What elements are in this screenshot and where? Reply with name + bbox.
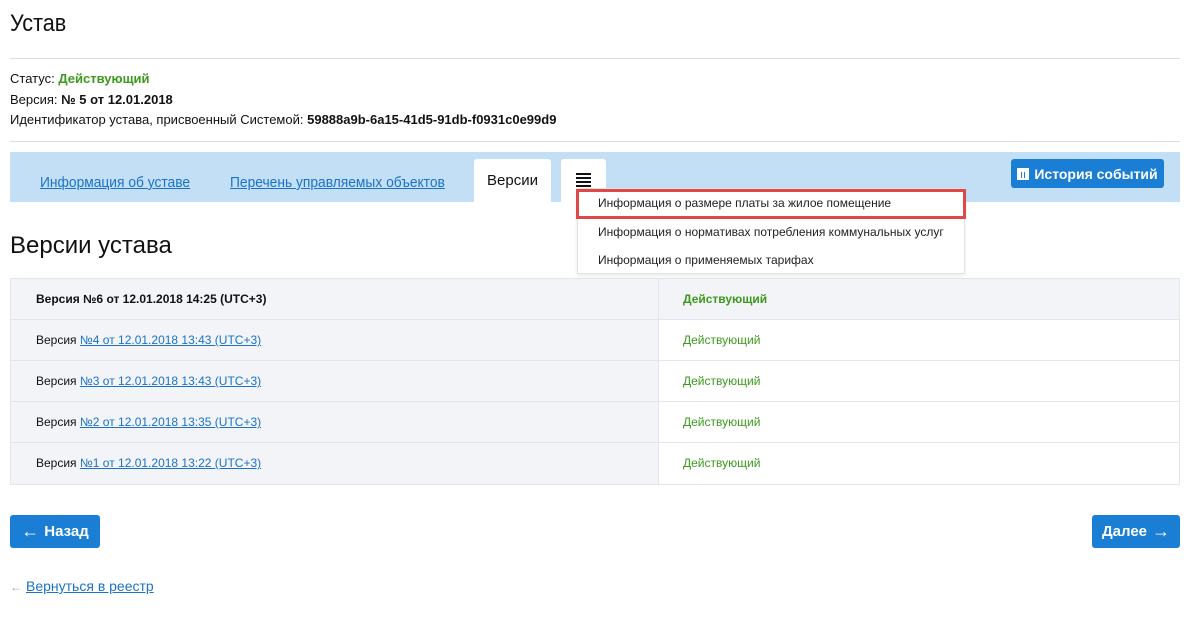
version-prefix: Версия bbox=[36, 415, 77, 429]
table-row: Версия №4 от 12.01.2018 13:43 (UTC+3) Дей… bbox=[11, 320, 1179, 361]
history-button-label: История событий bbox=[1034, 165, 1158, 182]
table-row: Версия №3 от 12.01.2018 13:43 (UTC+3) Дей… bbox=[11, 361, 1179, 402]
table-row: Версия №1 от 12.01.2018 13:22 (UTC+3) Дей… bbox=[11, 443, 1179, 484]
tab-versions[interactable]: Версии bbox=[474, 159, 551, 202]
version-cell: Версия №3 от 12.01.2018 13:43 (UTC+3) bbox=[11, 361, 659, 401]
version-link[interactable]: №3 от 12.01.2018 13:43 (UTC+3) bbox=[80, 374, 261, 388]
arrow-left-icon: ← bbox=[10, 580, 22, 594]
status-value: Действующий bbox=[58, 71, 150, 86]
tab-managed-objects[interactable]: Перечень управляемых объектов bbox=[230, 174, 445, 191]
version-cell: Версия №6 от 12.01.2018 14:25 (UTC+3) bbox=[11, 279, 659, 319]
version-prefix: Версия bbox=[36, 374, 77, 388]
id-label: Идентификатор устава, присвоенный Систем… bbox=[10, 112, 304, 127]
tab-charter-info[interactable]: Информация об уставе bbox=[40, 174, 190, 191]
next-button-label: Далее bbox=[1101, 523, 1148, 540]
versions-table: Версия №6 от 12.01.2018 14:25 (UTC+3) Дей… bbox=[10, 278, 1180, 485]
back-button[interactable]: ← Назад bbox=[10, 515, 100, 548]
table-row: Версия №6 от 12.01.2018 14:25 (UTC+3) Дей… bbox=[11, 279, 1179, 320]
calendar-icon bbox=[1017, 167, 1030, 180]
back-button-label: Назад bbox=[44, 523, 89, 540]
next-button[interactable]: Далее → bbox=[1092, 515, 1180, 548]
version-link[interactable]: №2 от 12.01.2018 13:35 (UTC+3) bbox=[80, 415, 261, 429]
version-cell: Версия №2 от 12.01.2018 13:35 (UTC+3) bbox=[11, 402, 659, 442]
status-cell: Действующий bbox=[683, 333, 761, 347]
id-value: 59888a9b-6a15-41d5-91db-f0931c0e99d9 bbox=[307, 112, 557, 127]
version-link[interactable]: №1 от 12.01.2018 13:22 (UTC+3) bbox=[80, 456, 261, 470]
section-title: Версии устава bbox=[10, 232, 172, 259]
status-cell: Действующий bbox=[683, 415, 761, 429]
menu-item-utility-norms[interactable]: Информация о нормативах потребления комм… bbox=[578, 218, 964, 246]
menu-icon bbox=[576, 173, 591, 189]
version-prefix: Версия bbox=[36, 456, 77, 470]
page-title: Устав bbox=[10, 10, 67, 37]
version-label: Версия: bbox=[10, 92, 58, 107]
id-line: Идентификатор устава, присвоенный Систем… bbox=[10, 110, 556, 130]
return-link[interactable]: Вернуться в реестр bbox=[26, 578, 154, 594]
status-cell: Действующий bbox=[683, 374, 761, 388]
version-cell: Версия №4 от 12.01.2018 13:43 (UTC+3) bbox=[11, 320, 659, 360]
version-prefix: Версия bbox=[36, 333, 77, 347]
version-cell: Версия №1 от 12.01.2018 13:22 (UTC+3) bbox=[11, 443, 659, 484]
arrow-right-icon: → bbox=[1152, 521, 1171, 541]
version-value: № 5 от 12.01.2018 bbox=[61, 92, 173, 107]
version-line: Версия: № 5 от 12.01.2018 bbox=[10, 90, 173, 110]
menu-item-tariffs[interactable]: Информация о применяемых тарифах bbox=[578, 246, 964, 274]
divider bbox=[10, 58, 1180, 59]
status-cell: Действующий bbox=[659, 279, 1179, 319]
status-cell: Действующий bbox=[683, 456, 761, 470]
divider bbox=[10, 141, 1180, 142]
table-row: Версия №2 от 12.01.2018 13:35 (UTC+3) Дей… bbox=[11, 402, 1179, 443]
version-link[interactable]: №4 от 12.01.2018 13:43 (UTC+3) bbox=[80, 333, 261, 347]
history-button[interactable]: История событий bbox=[1011, 159, 1164, 188]
status-label: Статус: bbox=[10, 71, 55, 86]
menu-item-housing-fee[interactable]: Информация о размере платы за жилое поме… bbox=[576, 189, 966, 219]
arrow-left-icon: ← bbox=[21, 521, 40, 541]
return-to-registry: ← Вернуться в реестр bbox=[10, 578, 154, 594]
more-dropdown-menu: Информация о размере платы за жилое поме… bbox=[576, 188, 966, 274]
status-line: Статус: Действующий bbox=[10, 69, 150, 89]
